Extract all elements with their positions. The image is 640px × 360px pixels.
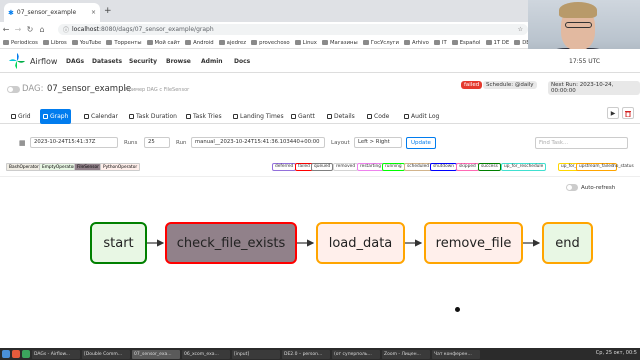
taskbar-window-button[interactable]: Чат конферен...	[432, 349, 480, 359]
taskbar-window-button[interactable]: Zoom - Лицен...	[382, 349, 430, 359]
task-node-check-file-exists[interactable]: check_file_exists	[165, 222, 297, 264]
os-taskbar: DAGs - Airflow... [Double Comm... 07_senso…	[0, 348, 640, 360]
taskbar-window-button[interactable]: [Double Comm...	[82, 349, 130, 359]
taskbar-windows: DAGs - Airflow... [Double Comm... 07_senso…	[32, 349, 480, 359]
task-node-start[interactable]: start	[90, 222, 147, 264]
taskbar-window-button[interactable]: 07_sensor_exa...	[132, 349, 180, 359]
taskbar-window-button[interactable]: [input]	[232, 349, 280, 359]
start-menu-icon[interactable]	[2, 350, 10, 358]
graph-edges	[147, 239, 541, 247]
terminal-launcher-icon[interactable]	[22, 350, 30, 358]
browser-launcher-icon[interactable]	[12, 350, 20, 358]
taskbar-window-button[interactable]: DE2.0 – person...	[282, 349, 330, 359]
taskbar-window-button[interactable]: 06_xcom_exa...	[182, 349, 230, 359]
task-node-remove-file[interactable]: remove_file	[424, 222, 523, 264]
task-node-end[interactable]: end	[542, 222, 593, 264]
task-node-load-data[interactable]: load_data	[316, 222, 405, 264]
taskbar-window-button[interactable]: (от суперполь...	[332, 349, 380, 359]
taskbar-clock[interactable]: Ср, 25 окт, 00:5	[596, 350, 637, 356]
taskbar-window-button[interactable]: DAGs - Airflow...	[32, 349, 80, 359]
mouse-cursor	[455, 307, 460, 312]
